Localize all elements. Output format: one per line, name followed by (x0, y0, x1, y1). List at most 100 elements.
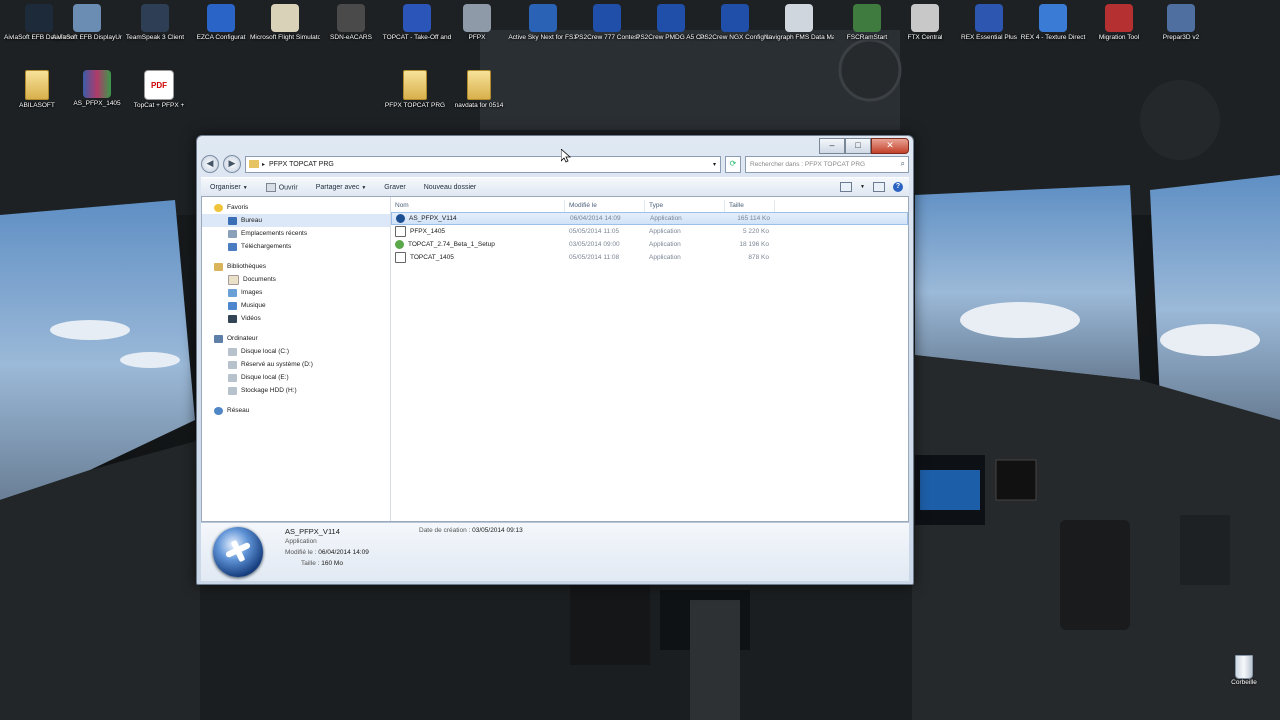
new-folder-button[interactable]: Nouveau dossier (424, 184, 477, 191)
search-icon: ⌕ (900, 159, 905, 168)
desktop-shortcut[interactable]: PFPX (442, 4, 512, 42)
navigation-pane[interactable]: Favoris Bureau Emplacements récents Télé… (202, 197, 391, 521)
nav-item-documents[interactable]: Documents (202, 273, 390, 286)
nav-item-downloads[interactable]: Téléchargements (202, 240, 390, 253)
address-bar[interactable]: ▸ PFPX TOPCAT PRG ▾ (245, 155, 721, 173)
open-button[interactable]: Ouvrir (265, 182, 298, 192)
pfpx-app-icon (396, 214, 405, 223)
desktop-shortcut[interactable]: Active Sky Next for FSX (508, 4, 578, 42)
breadcrumb[interactable]: PFPX TOPCAT PRG (269, 161, 334, 168)
network-group: Réseau (202, 404, 390, 417)
pfpx-globe-icon (463, 4, 491, 32)
file-type-cell: Application (650, 215, 682, 222)
search-input[interactable]: Rechercher dans : PFPX TOPCAT PRG ⌕ (745, 155, 909, 173)
desktop-shortcut[interactable]: PS2Crew 777 Contest (572, 4, 642, 42)
burn-button[interactable]: Graver (384, 184, 405, 191)
nav-item-drive-h[interactable]: Stockage HDD (H:) (202, 384, 390, 397)
back-button[interactable]: ◀ (201, 155, 219, 173)
file-row[interactable]: TOPCAT_1405 05/05/2014 11:08 Application 87… (391, 251, 908, 264)
desktop-shortcut[interactable]: REX Essential Plus (954, 4, 1024, 42)
desktop-shortcut[interactable]: EZCA Configurat (186, 4, 256, 42)
address-dropdown-icon[interactable]: ▾ (713, 161, 716, 168)
preview-pane-icon[interactable] (873, 182, 885, 192)
nav-network[interactable]: Réseau (202, 404, 390, 417)
desktop-shortcut-label: AivlaSoft EFB DisplayUnit (52, 34, 122, 41)
nav-libraries[interactable]: Bibliothèques (202, 260, 390, 273)
help-icon[interactable]: ? (893, 182, 903, 192)
details-modified: Modifié le : 06/04/2014 14:09 (285, 549, 369, 556)
chevron-down-icon[interactable]: ▼ (860, 184, 865, 190)
folder-icon (403, 70, 427, 100)
nav-favorites[interactable]: Favoris (202, 201, 390, 214)
nav-item-drive-c[interactable]: Disque local (C:) (202, 345, 390, 358)
nav-item-recent-places[interactable]: Emplacements récents (202, 227, 390, 240)
file-row[interactable]: PFPX_1405 05/05/2014 11:05 Application 5 22… (391, 225, 908, 238)
desktop-item[interactable]: AS_PFPX_1405 (62, 70, 132, 108)
forward-button[interactable]: ▶ (223, 155, 241, 173)
desktop-shortcut[interactable]: Navigraph FMS Data Manager (764, 4, 834, 42)
desktop-shortcut[interactable]: FTX Central (890, 4, 960, 42)
file-row[interactable]: TOPCAT_2.74_Beta_1_Setup 03/05/2014 09:00… (391, 238, 908, 251)
installer-icon (395, 226, 406, 237)
nav-item-drive-e[interactable]: Disque local (E:) (202, 371, 390, 384)
organize-menu[interactable]: Organiser ▼ (210, 184, 248, 191)
view-controls: ▼ ? (840, 182, 909, 192)
refresh-button[interactable]: ⟳ (725, 155, 741, 173)
nav-item-images[interactable]: Images (202, 286, 390, 299)
desktop-shortcut-label: PS2Crew 777 Contest (574, 34, 640, 41)
file-modified-cell: 05/05/2014 11:08 (569, 254, 620, 261)
command-bar: Organiser ▼ Ouvrir Partager avec ▼ Graver … (201, 177, 909, 197)
chevron-down-icon: ▼ (242, 184, 248, 191)
desktop-shortcut-label: PS2Crew NGX Config Manager (700, 34, 770, 41)
nav-item-music[interactable]: Musique (202, 299, 390, 312)
desktop-item[interactable]: PDF TopCat + PFPX + (124, 70, 194, 110)
chevron-down-icon: ▼ (361, 184, 367, 191)
file-name-cell: AS_PFPX_V114 (392, 214, 566, 223)
file-list[interactable]: Nom Modifié le Type Taille AS_PFPX_V114 0… (391, 197, 908, 521)
pdf-icon: PDF (144, 70, 174, 100)
column-header-name[interactable]: Nom (391, 199, 565, 212)
column-header-size[interactable]: Taille (725, 199, 775, 212)
share-menu[interactable]: Partager avec ▼ (316, 184, 367, 191)
maximize-button[interactable]: □ (845, 138, 871, 154)
mouse-cursor-icon (561, 149, 571, 163)
desktop-shortcut[interactable]: PS2Crew NGX Config Manager (700, 4, 770, 42)
pfpx-app-icon (213, 527, 263, 577)
explorer-content: Favoris Bureau Emplacements récents Télé… (201, 196, 909, 522)
desktop-shortcut-label: PFPX (468, 34, 486, 41)
column-header-type[interactable]: Type (645, 199, 725, 212)
file-name: TOPCAT_2.74_Beta_1_Setup (408, 241, 495, 249)
desktop-item-label: navdata for 0514 (454, 102, 504, 109)
explorer-window[interactable]: – □ ✕ ◀ ▶ ▸ PFPX TOPCAT PRG ▾ ⟳ Recherch… (196, 135, 914, 585)
desktop-shortcut-label: FTX Central (907, 34, 943, 41)
nav-item-videos[interactable]: Vidéos (202, 312, 390, 325)
close-button[interactable]: ✕ (871, 138, 909, 154)
file-name: TOPCAT_1405 (410, 254, 454, 262)
file-size-cell: 165 114 Ko (737, 215, 770, 222)
nav-item-drive-d[interactable]: Réservé au système (D:) (202, 358, 390, 371)
desktop-shortcut[interactable]: Migration Tool (1084, 4, 1154, 42)
column-header-modified[interactable]: Modifié le (565, 199, 645, 212)
file-row[interactable]: AS_PFPX_V114 06/04/2014 14:09 Application 1… (391, 212, 908, 225)
file-name-cell: PFPX_1405 (391, 226, 565, 237)
view-options-icon[interactable] (840, 182, 853, 192)
nav-computer[interactable]: Ordinateur (202, 332, 390, 345)
file-rows: AS_PFPX_V114 06/04/2014 14:09 Application 1… (391, 212, 908, 264)
desktop-item[interactable]: navdata for 0514 (444, 70, 514, 110)
file-type-cell: Application (649, 241, 681, 248)
minimize-button[interactable]: – (819, 138, 845, 154)
desktop-shortcut[interactable]: REX 4 - Texture Direct (1018, 4, 1088, 42)
images-icon (228, 288, 237, 297)
desktop-shortcut[interactable]: TeamSpeak 3 Client (120, 4, 190, 42)
desktop-shortcut[interactable]: Microsoft Flight Simulator X (250, 4, 320, 42)
computer-group: Ordinateur Disque local (C:) Réservé au … (202, 332, 390, 397)
desktop-shortcut[interactable]: Prepar3D v2 (1146, 4, 1216, 42)
desktop-shortcut[interactable]: PS2Crew PMDG A5 Config M... (636, 4, 706, 42)
nav-item-bureau[interactable]: Bureau (202, 214, 390, 227)
folder-icon (25, 70, 49, 100)
recycle-bin[interactable]: Corbeille (1224, 655, 1264, 686)
desktop-shortcut[interactable]: AivlaSoft EFB DisplayUnit (52, 4, 122, 42)
ps2crew-icon (593, 4, 621, 32)
desktop-item[interactable]: PFPX TOPCAT PRG (380, 70, 450, 110)
desktop-shortcut[interactable]: SDN-eACARS (316, 4, 386, 42)
